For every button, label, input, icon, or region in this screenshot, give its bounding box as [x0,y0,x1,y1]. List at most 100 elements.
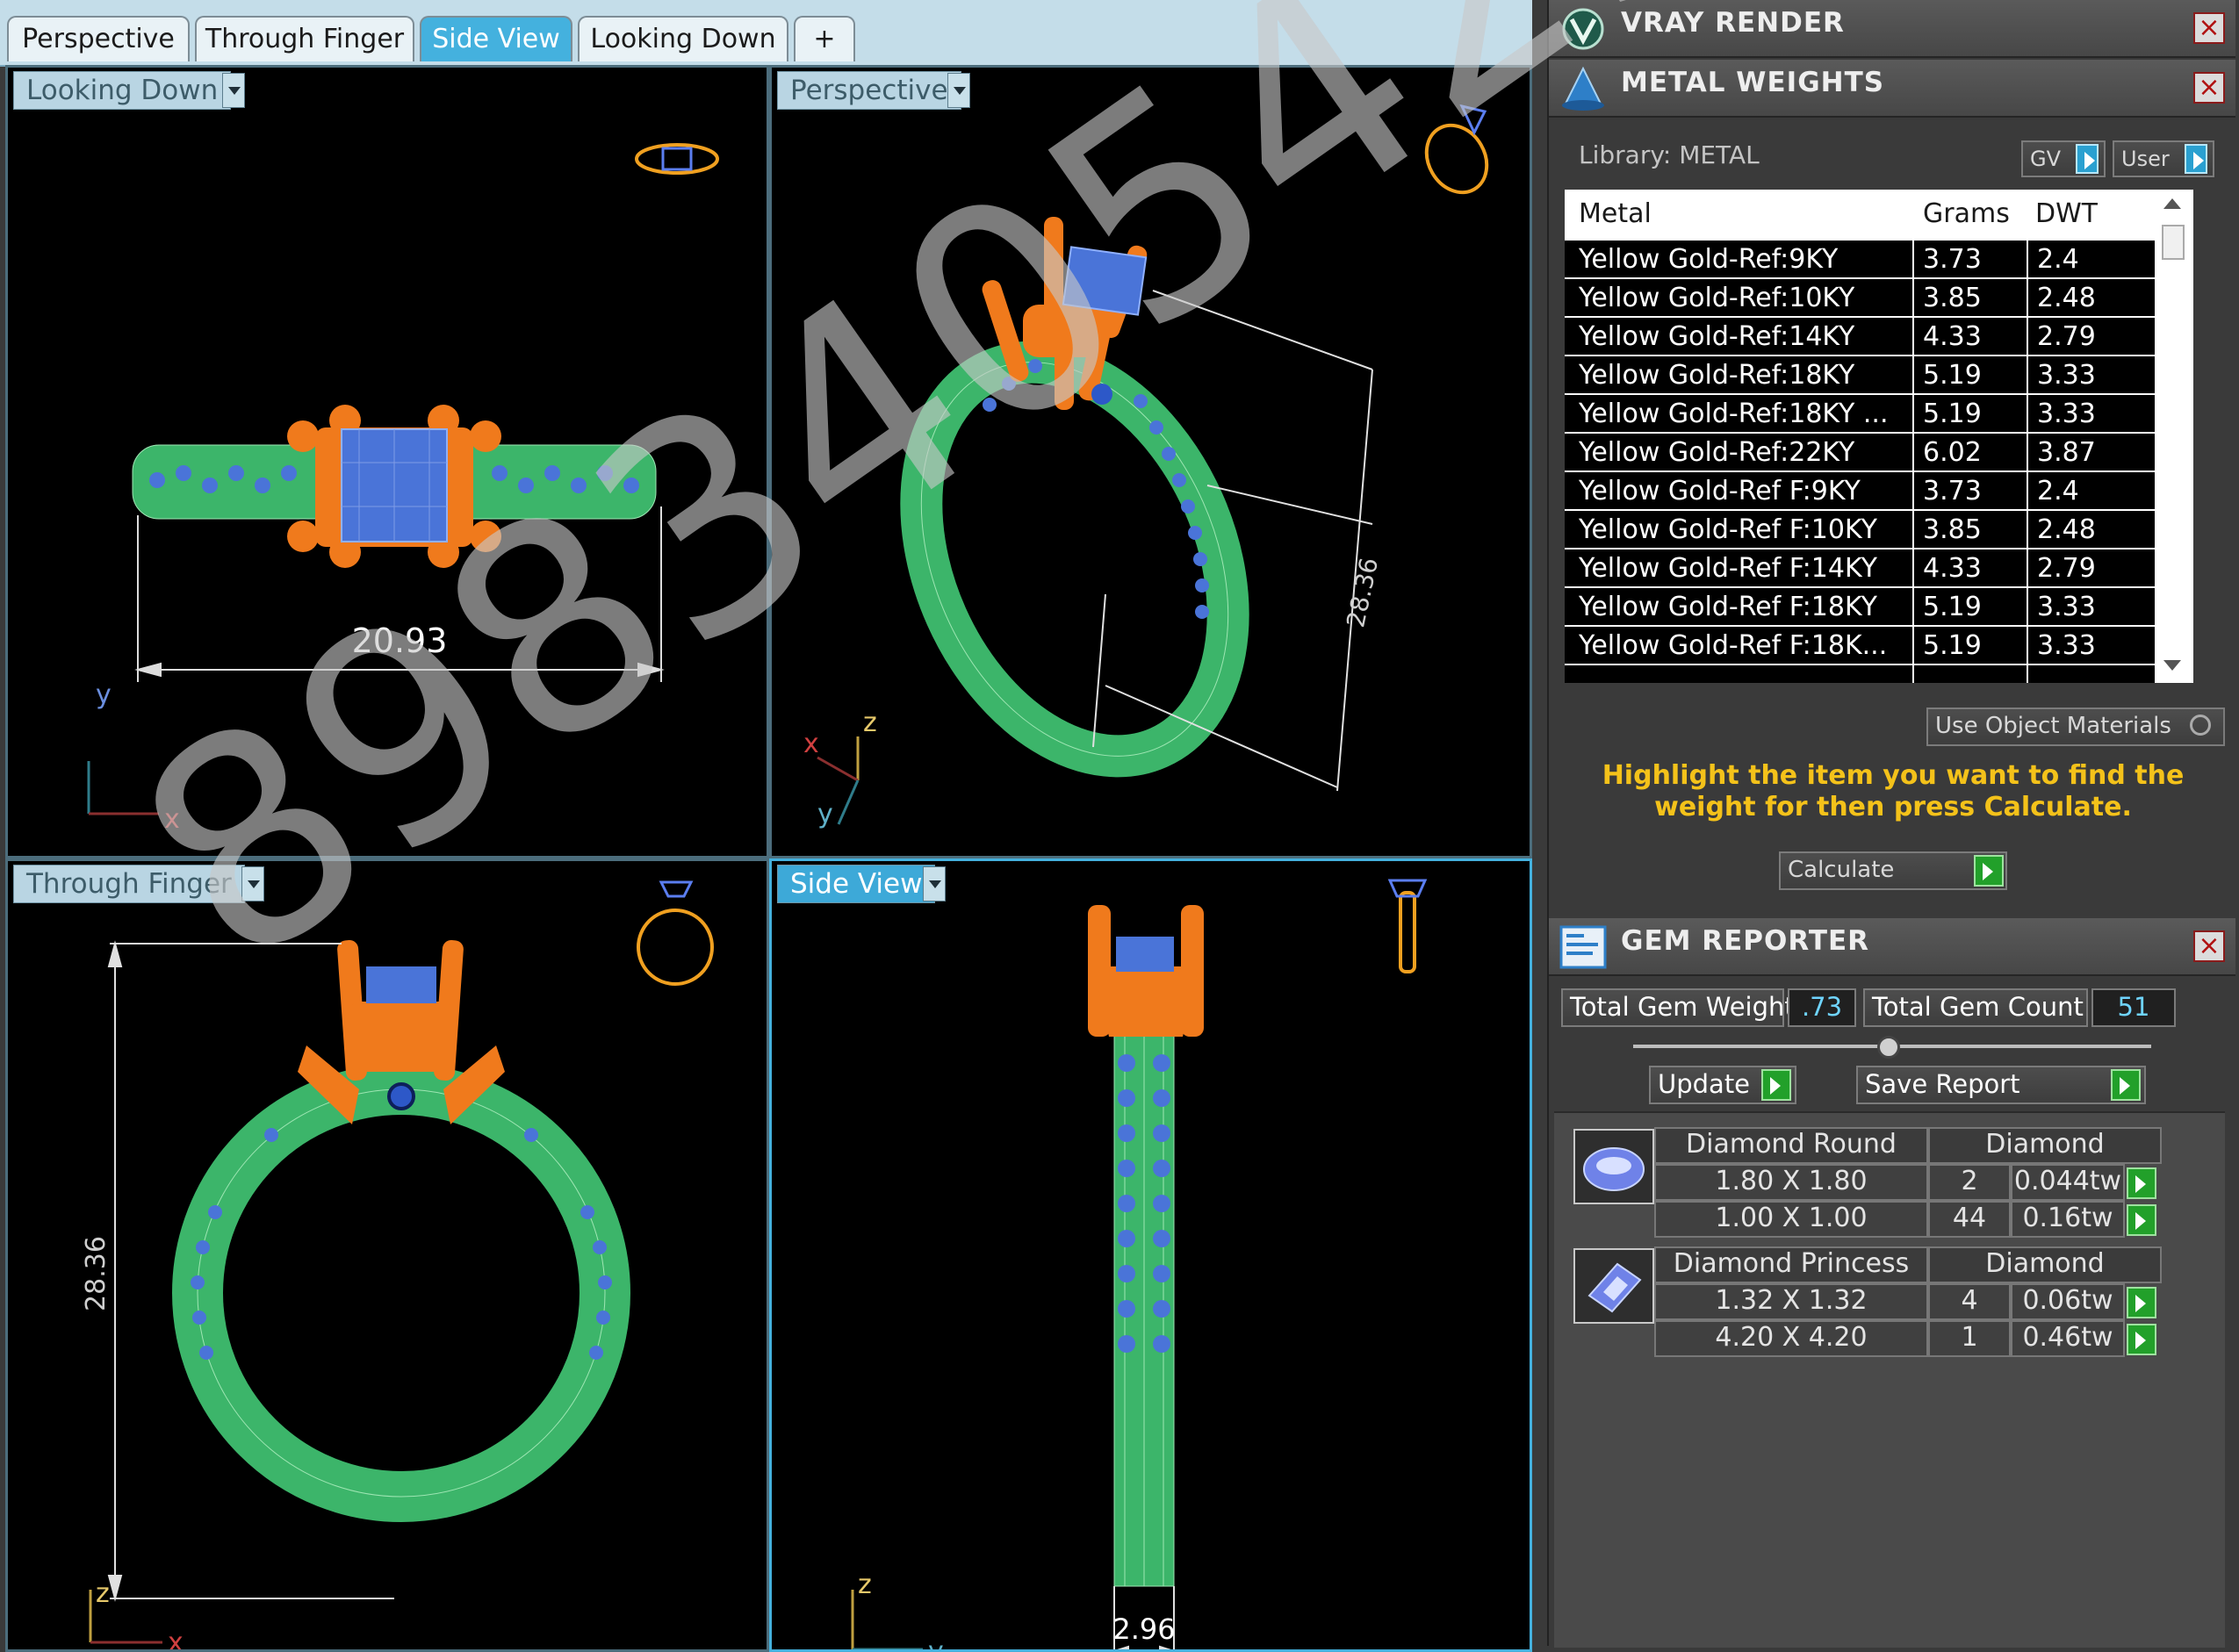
table-row[interactable]: Yellow Gold-Ref F:10KY 3.85 2.48 [1565,511,2193,549]
metal-name-cell: Yellow Gold-Ref F:14KY [1579,553,1877,584]
table-row[interactable]: Yellow Gold-Ref F:9KY 3.73 2.4 [1565,472,2193,511]
metal-name-cell: Yellow Gold-Ref F:18KY [1579,592,1877,622]
viewport-through-finger[interactable]: 28.36 z x Through Finger [5,858,769,1652]
gem-size-cell: 1.32 X 1.32 [1654,1283,1928,1320]
table-row[interactable]: Yellow Gold-Ref F:14KY 4.33 2.79 [1565,549,2193,588]
calculate-button[interactable]: Calculate [1779,851,2007,890]
play-icon[interactable] [2127,1204,2156,1236]
viewport-tab-strip: Perspective Through Finger Side View Loo… [0,0,1532,67]
gem-count-cell: 4 [1928,1283,2011,1320]
user-toggle-indicator[interactable] [2185,144,2207,174]
library-label: Library: METAL [1579,140,1760,169]
metal-name-cell: Yellow Gold-Ref F:10KY [1579,514,1877,545]
scale-icon [1562,66,1604,111]
grams-cell: 5.19 [1923,592,1982,622]
column-header-grams[interactable]: Grams [1923,195,2010,232]
report-icon [1559,925,1607,969]
princess-diamond-thumbnail [1573,1248,1654,1324]
scroll-up-icon[interactable] [2163,198,2181,209]
vray-render-header[interactable]: VRAY RENDER × [1549,0,2235,58]
use-object-materials-toggle[interactable]: Use Object Materials [1926,707,2225,746]
gem-count-cell: 1 [1928,1320,2011,1357]
gem-weight-cell: 0.46tw [2011,1320,2125,1357]
close-icon[interactable]: × [2193,930,2225,962]
add-tab-button[interactable]: + [794,16,855,61]
table-row[interactable]: Yellow Gold-Ref:10KY 3.85 2.48 [1565,279,2193,318]
grams-cell: 5.19 [1923,630,1982,661]
play-icon[interactable] [1974,855,2004,887]
metal-weights-header[interactable]: METAL WEIGHTS × [1549,60,2235,118]
viewport-menu-dropdown[interactable] [923,866,946,901]
total-gem-count-label: Total Gem Count [1863,988,2088,1027]
width-dimension-label: 20.93 [352,621,448,660]
metal-weights-table[interactable]: Metal Grams DWT Yellow Gold-Ref:9KY 3.73 2… [1565,190,2193,683]
tab-perspective[interactable]: Perspective [7,16,190,61]
tab-through-finger[interactable]: Through Finger [195,16,414,61]
table-row[interactable]: Yellow Gold-Ref F:18KY 5.19 3.33 [1565,588,2193,627]
dwt-cell: 2.79 [2037,553,2096,584]
dwt-cell: 3.33 [2037,399,2096,429]
total-gem-weight-label: Total Gem Weight [1561,988,1795,1027]
viewport-menu-dropdown[interactable] [241,866,264,901]
gem-count-cell: 44 [1928,1201,2011,1238]
close-icon[interactable]: × [2193,72,2225,104]
table-row[interactable]: Yellow Gold-Ref:18KY ... 5.19 3.33 [1565,395,2193,434]
gem-size-cell: 1.80 X 1.80 [1654,1164,1928,1201]
table-row[interactable]: Yellow Gold-Ref:18KY 5.19 3.33 [1565,356,2193,395]
gem-count-cell: 2 [1928,1164,2011,1201]
radio-icon[interactable] [2190,715,2211,736]
column-divider [1912,241,1914,683]
dwt-cell: 2.48 [2037,514,2096,545]
play-icon[interactable] [1761,1069,1791,1101]
princess-diamond-icon [1587,1262,1642,1313]
grams-cell: 5.19 [1923,399,1982,429]
table-row[interactable]: Yellow Gold-Ref:22KY 6.02 3.87 [1565,434,2193,472]
gem-reporter-title: GEM REPORTER [1621,925,1870,957]
viewport-label-through-finger[interactable]: Through Finger [13,865,245,903]
dwt-cell: 2.48 [2037,283,2096,313]
play-icon[interactable] [2127,1167,2156,1199]
close-icon[interactable]: × [2193,12,2225,44]
table-row[interactable]: Yellow Gold-Ref:14KY 4.33 2.79 [1565,318,2193,356]
viewport-side-view[interactable]: 2.96 z y Side View [769,858,1532,1652]
gem-material-header: Diamond [1928,1127,2162,1164]
gem-reporter-header[interactable]: GEM REPORTER × [1549,918,2235,976]
gv-toggle-indicator[interactable] [2076,144,2099,174]
tab-looking-down[interactable]: Looking Down [578,16,788,61]
scroll-thumb[interactable] [2162,225,2185,260]
metal-name-cell: Yellow Gold-Ref:9KY [1579,244,1839,275]
svg-text:z: z [96,1578,110,1609]
viewport-perspective[interactable]: 28.36 z x y Perspective [769,65,1532,858]
tab-side-view[interactable]: Side View [420,16,572,61]
table-row[interactable]: Yellow Gold-Ref F:18K... 5.19 3.33 [1565,627,2193,665]
viewport-menu-dropdown[interactable] [222,73,245,108]
round-diamond-icon [1583,1147,1645,1191]
column-divider [2027,241,2028,683]
viewport-label-perspective[interactable]: Perspective [777,71,961,110]
play-icon[interactable] [2111,1069,2141,1101]
scroll-down-icon[interactable] [2163,660,2181,671]
metal-name-cell: Yellow Gold-Ref:14KY [1579,321,1855,352]
viewport-label-looking-down[interactable]: Looking Down [13,71,232,110]
column-header-dwt[interactable]: DWT [2035,195,2098,232]
play-icon[interactable] [2127,1324,2156,1355]
viewport-label-side-view[interactable]: Side View [777,865,936,903]
table-row[interactable]: Yellow Gold-Ref:9KY 3.73 2.4 [1565,241,2193,279]
right-panel: VRAY RENDER × METAL WEIGHTS × Library: M… [1547,0,2239,1648]
save-report-button[interactable]: Save Report [1856,1066,2146,1104]
table-scrollbar[interactable] [2155,190,2193,683]
ring-perspective-render: 28.36 z x y [803,104,1489,830]
play-icon[interactable] [2127,1287,2156,1318]
gem-weight-cell: 0.16tw [2011,1201,2125,1238]
grams-cell: 3.85 [1923,514,1982,545]
dwt-cell: 3.33 [2037,360,2096,391]
vray-icon [1562,8,1604,50]
column-header-metal[interactable]: Metal [1579,195,1652,232]
grams-cell: 4.33 [1923,321,1982,352]
splitter-handle[interactable] [1877,1036,1900,1059]
metal-name-cell: Yellow Gold-Ref:10KY [1579,283,1855,313]
viewport-menu-dropdown[interactable] [947,73,970,108]
axis-indicator: y x [87,679,180,835]
metal-name-cell: Yellow Gold-Ref F:9KY [1579,476,1861,506]
viewport-looking-down[interactable]: 20.93 y x Looking Down [5,65,769,858]
